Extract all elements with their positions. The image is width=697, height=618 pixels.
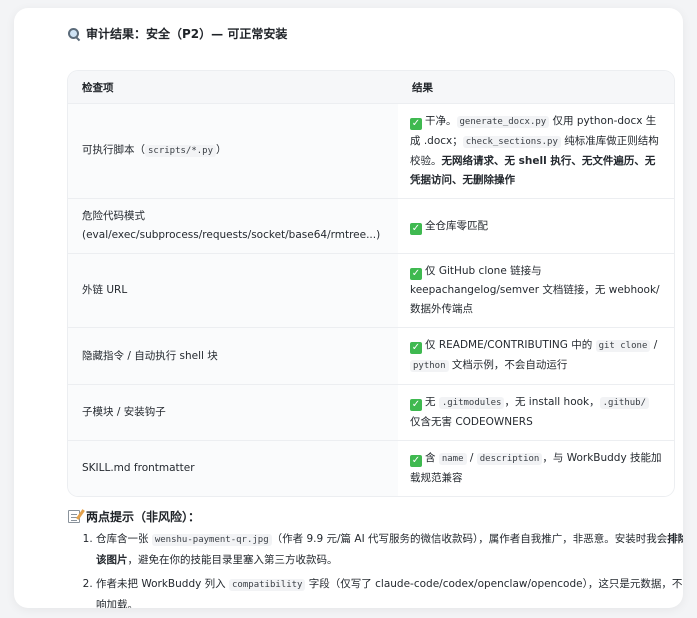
list-item: 作者未把 WorkBuddy 列入 compatibility 字段（仅写了 c…: [96, 574, 683, 608]
row-result-frontmatter: ✓ 含 name / description ，与 WorkBuddy 技能加载规范…: [398, 440, 674, 496]
row-result-submodules: ✓ 无 .gitmodules ，无 install hook， .github/ 仅…: [398, 384, 674, 441]
notes-heading-text: 两点提示（非风险）：: [86, 510, 201, 524]
check-icon: ✓: [410, 342, 422, 354]
row-item-dangerous-patterns: 危险代码模式 (eval/exec/subprocess/requests/so…: [68, 198, 398, 254]
table-row: 子模块 / 安装钩子 ✓ 无 .gitmodules ，无 install hook…: [68, 384, 674, 441]
notes-heading: 两点提示（非风险）：: [68, 508, 200, 525]
inline-code: git clone: [595, 340, 651, 352]
header-result: 结果: [398, 71, 674, 104]
check-icon: ✓: [410, 268, 422, 280]
table-header-row: 检查项 结果: [68, 71, 674, 104]
row-result-hidden-instructions: ✓ 仅 README/CONTRIBUTING 中的 git clone / py…: [398, 327, 674, 385]
row-item-urls: 外链 URL: [68, 253, 398, 328]
inline-code: .gitmodules: [438, 397, 505, 409]
row-result-scripts: ✓ 干净。 generate_docx.py 仅用 python-docx 生成 .…: [398, 103, 674, 199]
list-item: 仓库含一张 wenshu-payment-qr.jpg（作者 9.9 元/篇 A…: [96, 529, 683, 570]
chat-message-card: 审计结果：安全（P2）— 可正常安装 检查项 结果 可执行脚本（ scripts/…: [14, 8, 683, 608]
table-row: 危险代码模式 (eval/exec/subprocess/requests/so…: [68, 198, 674, 254]
row-item-scripts: 可执行脚本（ scripts/*.py）: [68, 103, 398, 199]
magnifier-icon: [68, 27, 80, 40]
inline-code: description: [476, 453, 543, 465]
row-result-dangerous-patterns: ✓ 全仓库零匹配: [398, 198, 674, 254]
inline-code: wenshu-payment-qr.jpg: [151, 534, 272, 546]
inline-code: check_sections.py: [462, 136, 561, 148]
inline-code: compatibility: [229, 579, 306, 591]
memo-icon: [68, 510, 80, 523]
inline-code: python: [410, 360, 449, 372]
check-icon: ✓: [410, 222, 422, 235]
audit-heading: 审计结果：安全（P2）— 可正常安装: [68, 25, 287, 42]
audit-heading-text: 审计结果：安全（P2）— 可正常安装: [86, 27, 288, 41]
row-item-frontmatter: SKILL.md frontmatter: [68, 440, 398, 496]
row-result-urls: ✓ 仅 GitHub clone 链接与 keepachangelog/semve…: [398, 253, 674, 328]
header-check-item: 检查项: [68, 71, 398, 104]
table-row: SKILL.md frontmatter ✓ 含 name / descripti…: [68, 440, 674, 496]
table-row: 隐藏指令 / 自动执行 shell 块 ✓ 仅 README/CONTRIBUTI…: [68, 327, 674, 385]
table-row: 可执行脚本（ scripts/*.py） ✓ 干净。 generate_docx.py…: [68, 103, 674, 199]
row-item-submodules: 子模块 / 安装钩子: [68, 384, 398, 441]
inline-code: name: [438, 453, 467, 465]
check-icon: ✓: [410, 118, 422, 130]
row-item-hidden-instructions: 隐藏指令 / 自动执行 shell 块: [68, 327, 398, 385]
check-icon: ✓: [410, 455, 422, 467]
audit-table: 检查项 结果 可执行脚本（ scripts/*.py） ✓ 干净。 generate_…: [68, 71, 674, 496]
inline-code: generate_docx.py: [456, 116, 550, 128]
inline-code: scripts/*.py: [145, 145, 217, 157]
check-icon: ✓: [410, 399, 422, 411]
inline-code: .github/: [599, 397, 649, 409]
notes-list: 仓库含一张 wenshu-payment-qr.jpg（作者 9.9 元/篇 A…: [78, 529, 683, 608]
table-row: 外链 URL ✓ 仅 GitHub clone 链接与 keepachangelo…: [68, 253, 674, 328]
